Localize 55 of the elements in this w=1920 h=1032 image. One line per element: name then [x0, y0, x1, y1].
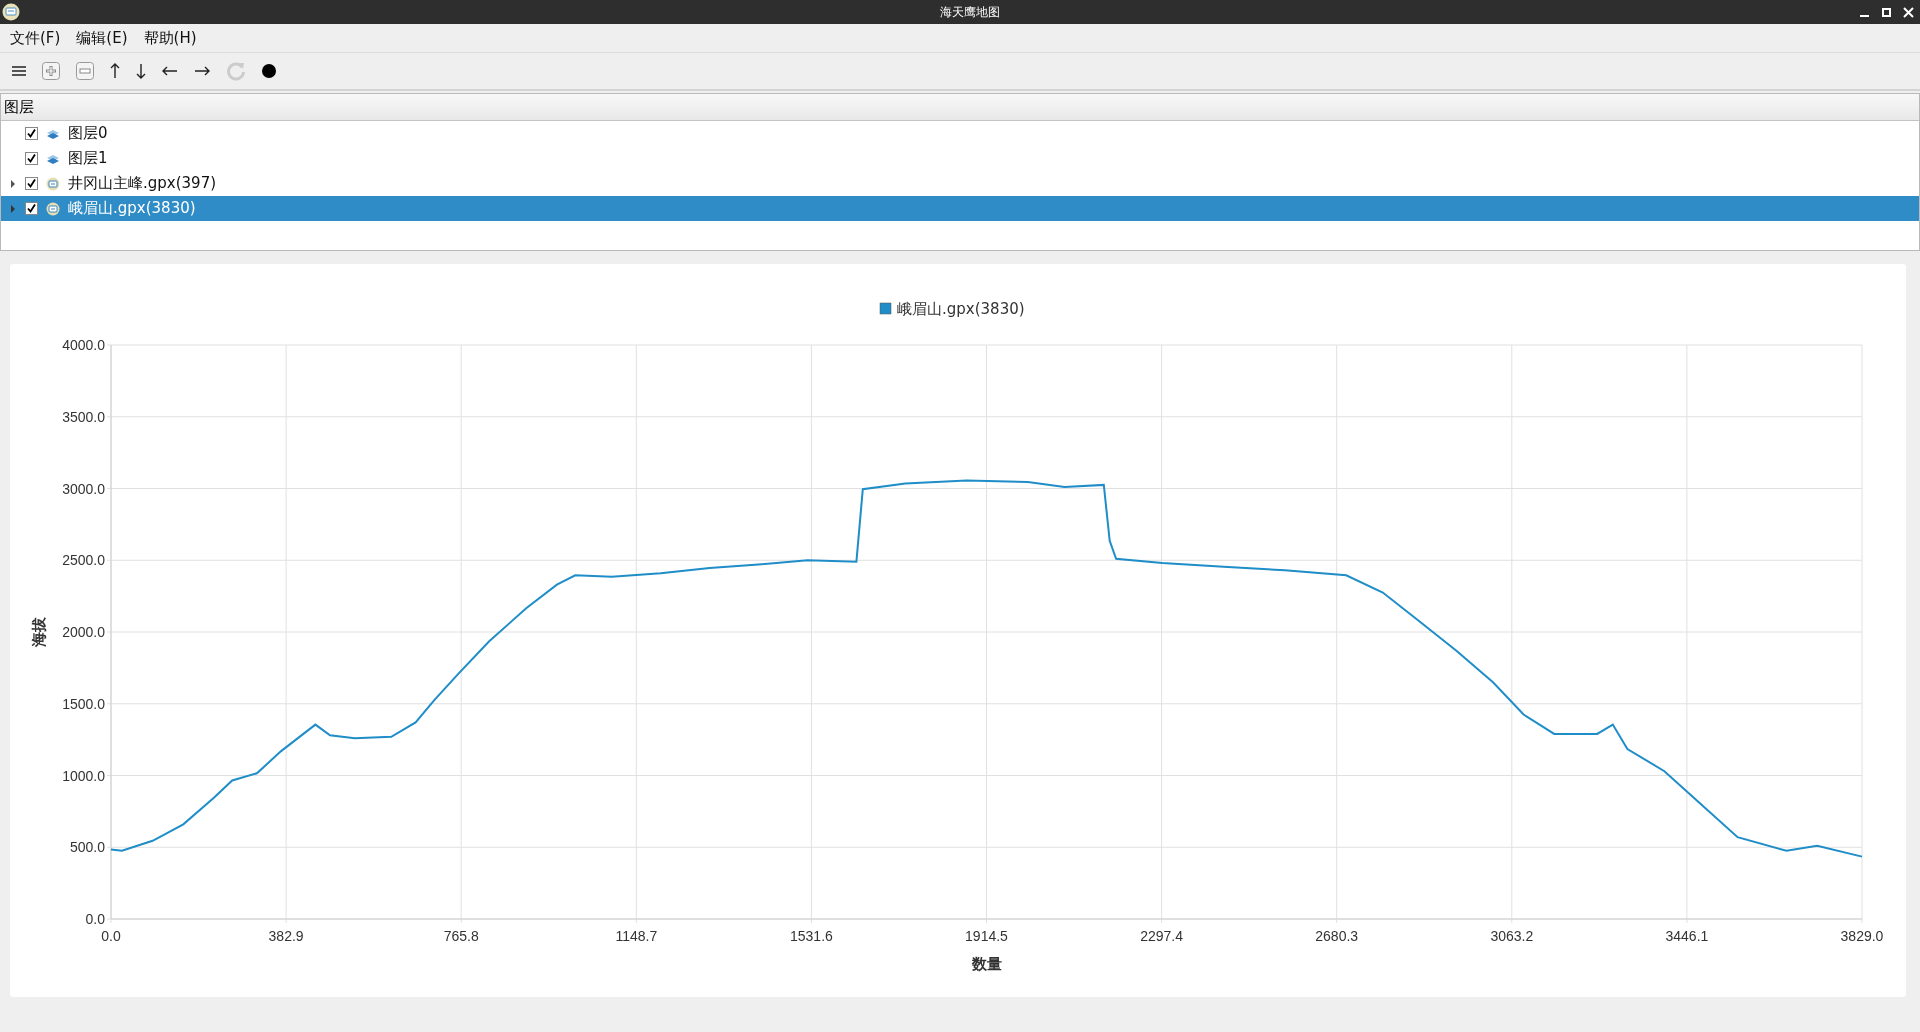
x-tick-label: 3829.0 [1840, 928, 1884, 944]
layer-name: 峨眉山.gpx(3830) [68, 199, 196, 218]
layer-name: 图层1 [68, 149, 108, 168]
x-axis-title: 数量 [971, 955, 1002, 973]
layer-name: 图层0 [68, 124, 108, 143]
up-arrow-icon[interactable] [110, 63, 120, 79]
y-tick-label: 1000.0 [62, 767, 105, 784]
checkbox[interactable] [25, 127, 38, 140]
legend-label: 峨眉山.gpx(3830) [897, 300, 1025, 318]
x-tick-label: 3446.1 [1665, 928, 1709, 944]
checkbox[interactable] [25, 202, 38, 215]
tree-item[interactable]: 井冈山主峰.gpx(397) [1, 171, 1919, 196]
track-file-icon [46, 176, 60, 191]
y-tick-label: 2000.0 [62, 624, 105, 640]
down-arrow-icon[interactable] [136, 63, 146, 79]
track-file-icon [46, 201, 60, 216]
tree-item[interactable]: 峨眉山.gpx(3830) [1, 196, 1919, 221]
menu-item[interactable]: 文件(F) [10, 28, 61, 48]
minus-icon[interactable] [76, 62, 94, 80]
x-tick-label: 1914.5 [965, 928, 1008, 944]
x-tick-label: 382.9 [268, 928, 304, 944]
tree-item[interactable]: 图层0 [1, 121, 1919, 146]
y-tick-label: 0.0 [85, 911, 105, 927]
x-tick-label: 765.8 [443, 928, 479, 944]
checkbox[interactable] [25, 177, 38, 190]
left-arrow-icon[interactable] [162, 66, 178, 76]
checkbox[interactable] [25, 152, 38, 165]
collapsed-arrow-icon[interactable] [10, 179, 16, 188]
x-tick-label: 3063.2 [1490, 928, 1534, 944]
right-arrow-icon[interactable] [194, 66, 210, 76]
dot-icon[interactable] [262, 64, 276, 78]
x-tick-label: 1531.6 [790, 928, 833, 944]
menu-item[interactable]: 帮助(H) [143, 28, 197, 48]
y-tick-label: 1500.0 [62, 695, 105, 712]
menu-icon[interactable] [12, 66, 26, 76]
plus-icon[interactable] [42, 62, 60, 80]
tree-item[interactable]: 图层1 [1, 146, 1919, 171]
y-axis-title: 海拔 [30, 617, 48, 647]
menu-item[interactable]: 编辑(E) [76, 28, 128, 48]
x-tick-label: 0.0 [101, 928, 121, 944]
app-icon [2, 3, 20, 21]
y-tick-label: 500.0 [69, 839, 105, 856]
y-tick-label: 4000.0 [62, 337, 105, 353]
maximize-icon[interactable] [1882, 7, 1891, 17]
y-tick-label: 2500.0 [62, 552, 105, 569]
x-tick-label: 1148.7 [615, 928, 658, 944]
window-title: 海天鹰地图 [938, 3, 1001, 21]
collapsed-arrow-icon[interactable] [10, 204, 16, 213]
layer-name: 井冈山主峰.gpx(397) [68, 174, 217, 193]
x-tick-label: 2680.3 [1315, 928, 1359, 944]
close-icon[interactable] [1903, 6, 1914, 18]
y-tick-label: 3000.0 [62, 480, 105, 497]
column-header: 图层 [1, 94, 1919, 121]
x-tick-label: 2297.4 [1140, 928, 1183, 944]
y-tick-label: 3500.0 [62, 408, 105, 425]
